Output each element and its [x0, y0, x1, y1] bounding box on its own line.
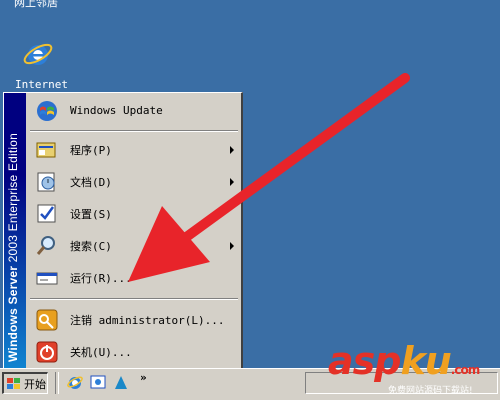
menu-item-label: Windows Update [70, 103, 163, 117]
taskbar: 开始 » [0, 368, 500, 400]
menu-item-label: 搜索(C) [70, 240, 112, 253]
menu-item-log-off[interactable]: 注销 administrator(L)... [28, 305, 240, 335]
quick-launch-chevron-icon[interactable]: » [140, 371, 147, 384]
shut-down-icon [36, 341, 58, 363]
run-icon [36, 272, 58, 285]
menu-item-windows-update[interactable]: Windows Update [28, 95, 240, 125]
submenu-arrow-icon [230, 146, 234, 154]
menu-item-settings[interactable]: 设置(S) [28, 199, 240, 229]
log-off-icon [36, 309, 58, 331]
network-places-label[interactable]: 网上邻居 [14, 0, 58, 10]
sidebar-brand-text: Windows Server 2003 Enterprise Edition [6, 133, 20, 362]
menu-item-label: 运行(R)... [70, 272, 132, 285]
menu-item-label: 注销 administrator(L)... [70, 314, 225, 327]
quick-launch-ie-icon[interactable] [66, 373, 84, 391]
menu-item-programs[interactable]: 程序(P) [28, 135, 240, 165]
submenu-arrow-icon [230, 178, 234, 186]
taskbar-divider [55, 372, 59, 394]
settings-icon [37, 204, 56, 223]
start-button-label: 开始 [24, 377, 46, 391]
menu-item-search[interactable]: 搜索(C) [28, 231, 240, 261]
menu-item-label: 设置(S) [70, 208, 112, 221]
menu-separator [30, 130, 238, 132]
submenu-arrow-icon [230, 242, 234, 250]
windows-update-icon [37, 101, 57, 121]
windows-flag-icon [7, 377, 20, 389]
quick-launch-media-icon[interactable] [112, 373, 130, 391]
search-icon [36, 236, 55, 255]
system-tray [305, 372, 498, 394]
start-menu: Windows Server 2003 Enterprise Edition W… [3, 92, 243, 370]
menu-item-label: 程序(P) [70, 144, 112, 157]
programs-icon [36, 142, 56, 158]
menu-item-label: 文档(D) [70, 176, 112, 189]
documents-icon [37, 172, 55, 192]
menu-separator [30, 298, 238, 300]
start-button[interactable]: 开始 [2, 372, 48, 394]
quick-launch-desktop-icon[interactable] [89, 373, 107, 391]
menu-item-documents[interactable]: 文档(D) [28, 167, 240, 197]
menu-item-shut-down[interactable]: 关机(U)... [28, 337, 240, 367]
menu-item-label: 关机(U)... [70, 346, 132, 359]
internet-explorer-label[interactable]: Internet [15, 78, 68, 91]
start-menu-sidebar: Windows Server 2003 Enterprise Edition [4, 93, 26, 368]
menu-item-run[interactable]: 运行(R)... [28, 263, 240, 293]
internet-explorer-icon[interactable] [22, 38, 54, 70]
